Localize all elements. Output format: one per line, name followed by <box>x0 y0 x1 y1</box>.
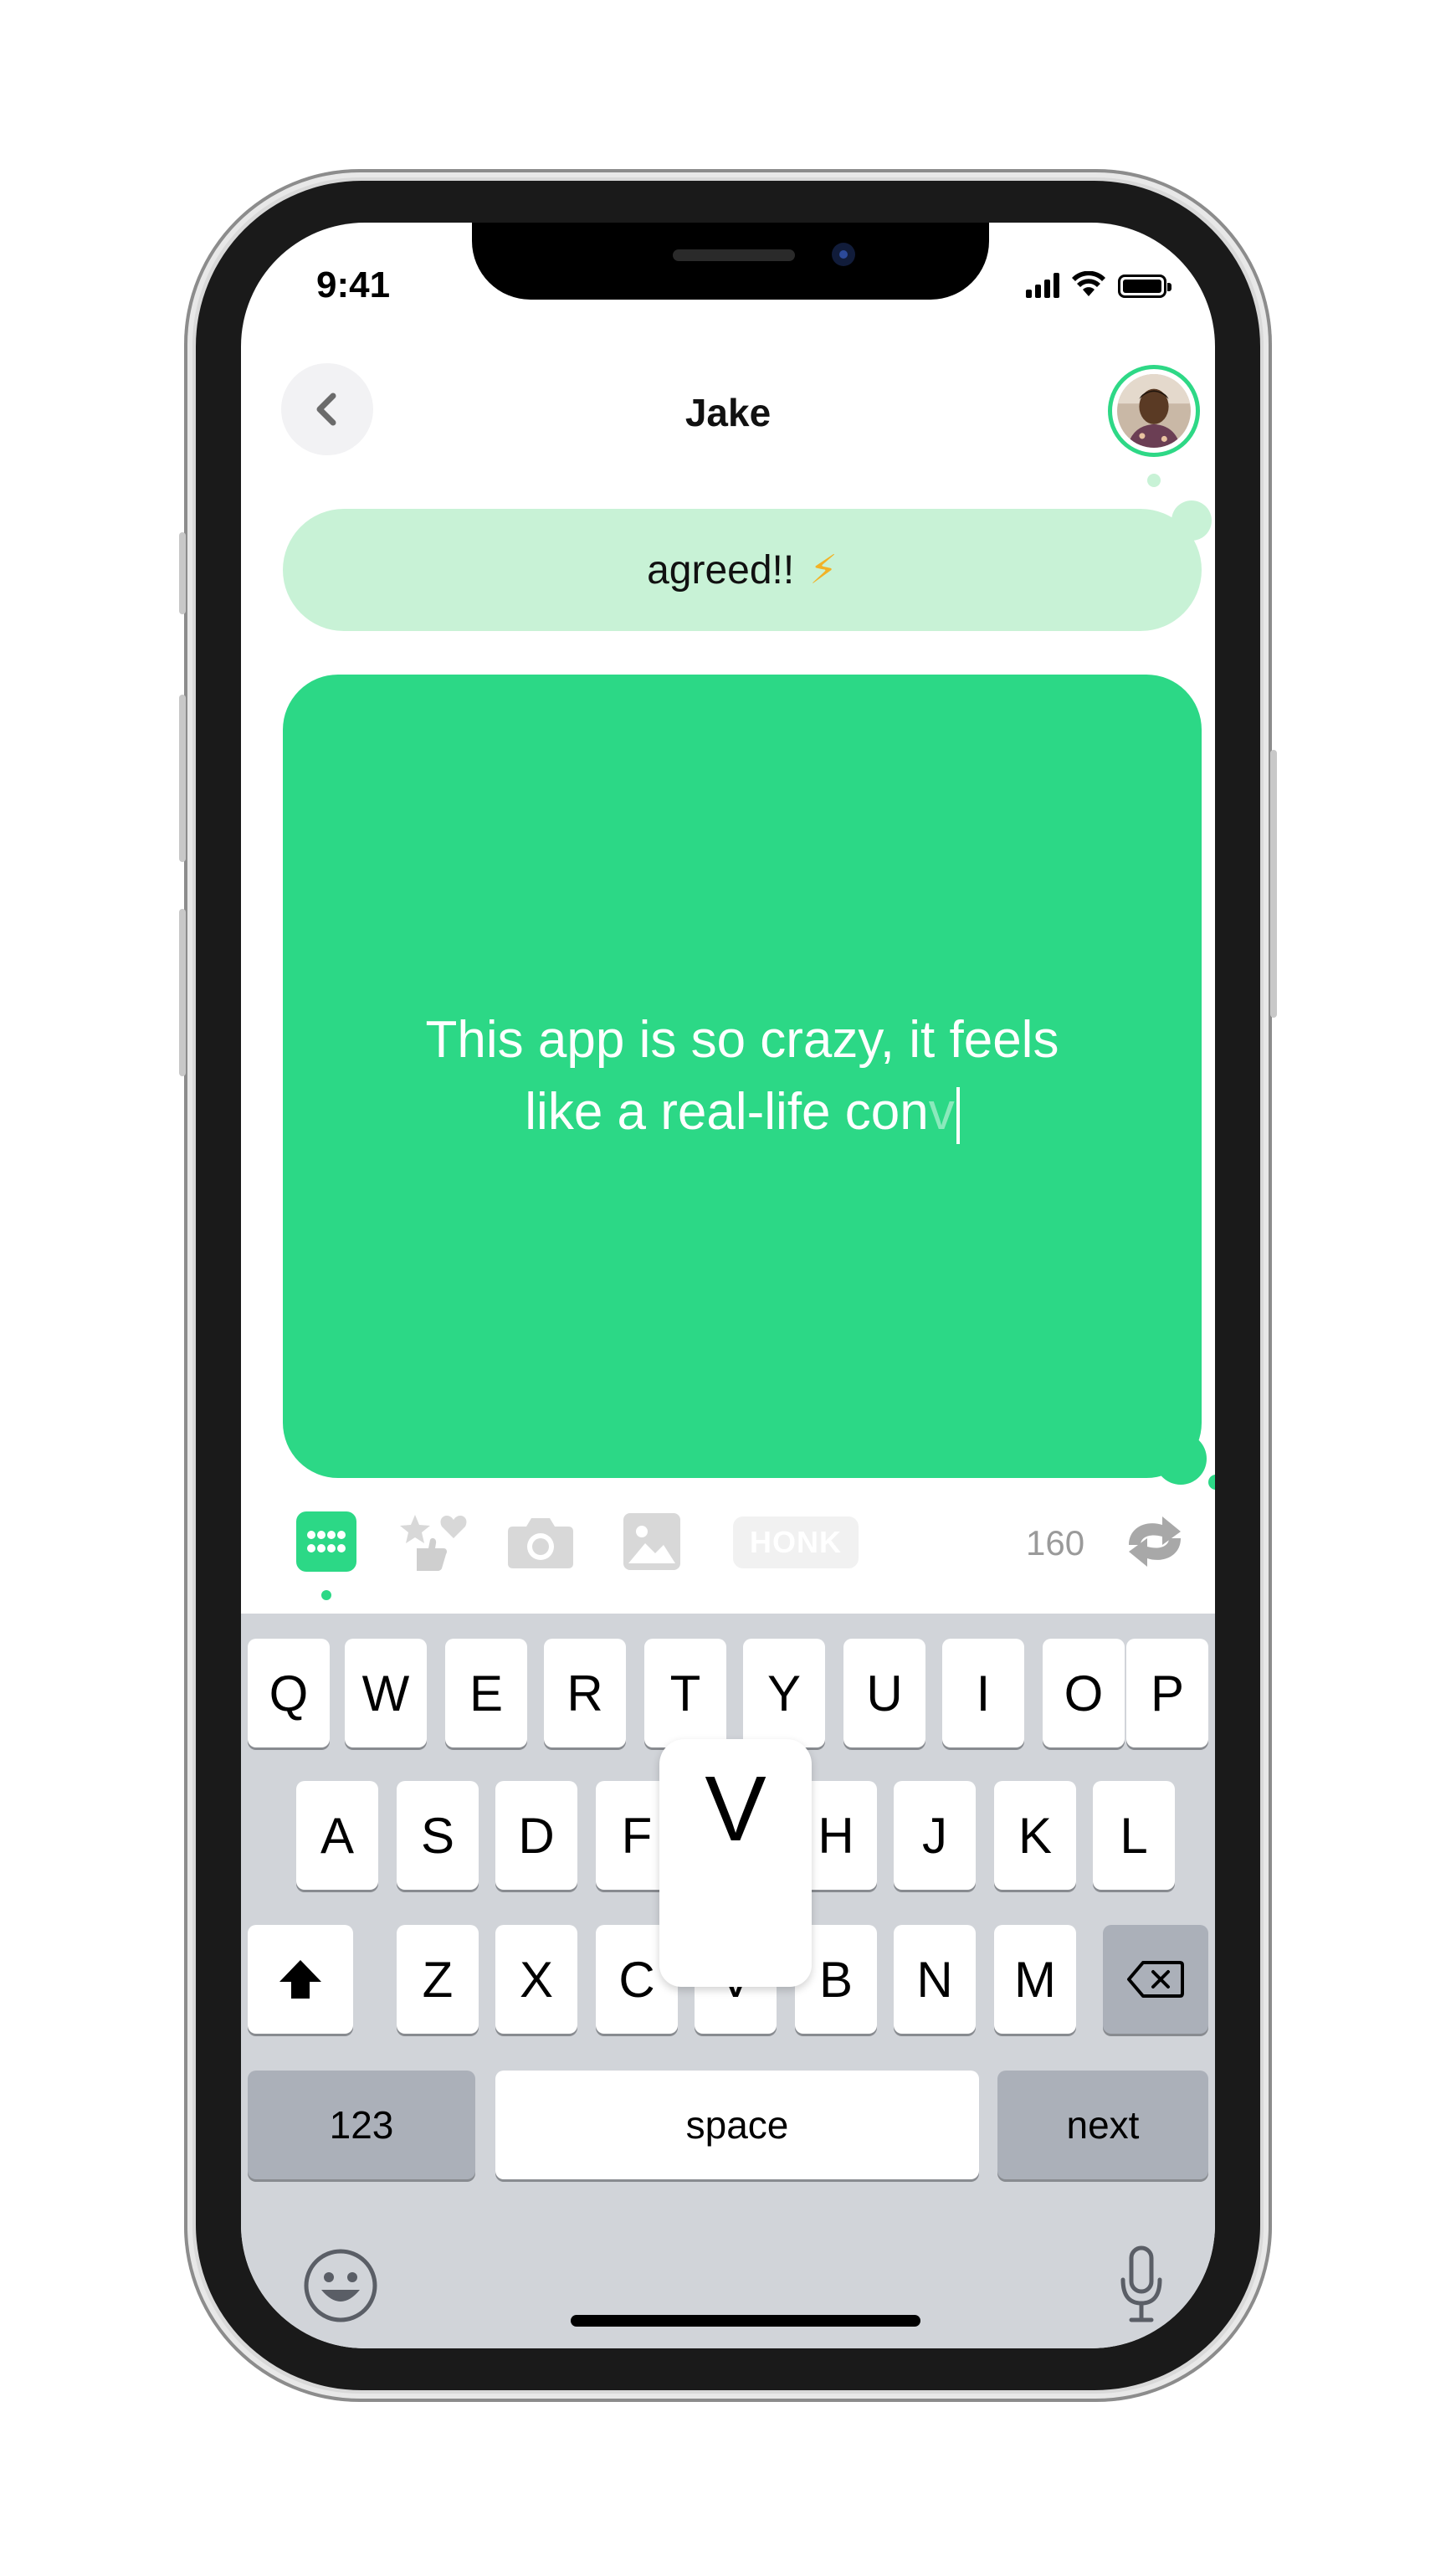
keyboard-icon <box>296 1511 356 1572</box>
camera-button[interactable] <box>507 1510 574 1573</box>
text-caret <box>956 1086 960 1144</box>
swap-icon <box>1129 1516 1181 1567</box>
key-a[interactable]: A <box>296 1781 378 1890</box>
received-message-bubble: agreed!! ⚡ <box>283 509 1202 631</box>
microphone-icon <box>1120 2245 1162 2322</box>
keyboard-mode-button[interactable] <box>295 1510 358 1573</box>
key-p[interactable]: P <box>1126 1639 1208 1747</box>
key-s[interactable]: S <box>397 1781 479 1890</box>
key-m[interactable]: M <box>994 1925 1076 2034</box>
key-q[interactable]: Q <box>248 1639 330 1747</box>
contact-name: Jake <box>684 391 772 434</box>
compose-toolbar: HONK 160 <box>241 1510 1215 1610</box>
camera-icon <box>508 1518 573 1568</box>
pending-character: v <box>928 1083 955 1141</box>
received-message-text: agreed!! <box>647 547 795 593</box>
key-d[interactable]: D <box>495 1781 577 1890</box>
key-x[interactable]: X <box>495 1925 577 2034</box>
active-tab-indicator <box>321 1590 331 1600</box>
photo-library-button[interactable] <box>623 1510 681 1573</box>
key-i[interactable]: I <box>942 1639 1024 1747</box>
key-u[interactable]: U <box>843 1639 925 1747</box>
key-o[interactable]: O <box>1043 1639 1125 1747</box>
keyboard: Q W E R T Y U I O P A S D F G H J K L Z … <box>241 1614 1215 2348</box>
compose-text: This app is so crazy, it feels like a re… <box>425 1011 1059 1141</box>
shift-icon <box>279 1960 321 1999</box>
key-preview-letter: V <box>705 1758 766 1860</box>
notch <box>472 223 989 300</box>
status-time: 9:41 <box>316 264 391 305</box>
delete-key[interactable] <box>1103 1925 1208 2034</box>
home-indicator[interactable] <box>571 2315 920 2327</box>
bubble-tail-dot <box>1208 1475 1215 1490</box>
next-key[interactable]: next <box>997 2071 1208 2179</box>
honk-button[interactable]: HONK <box>733 1516 859 1568</box>
key-r[interactable]: R <box>544 1639 626 1747</box>
mute-switch <box>179 532 186 614</box>
battery-icon <box>1118 275 1171 298</box>
key-k[interactable]: K <box>994 1781 1076 1890</box>
lightning-emoji: ⚡ <box>809 548 838 593</box>
numbers-key[interactable]: 123 <box>248 2071 475 2179</box>
avatar-photo <box>1117 374 1191 448</box>
key-z[interactable]: Z <box>397 1925 479 2034</box>
swap-button[interactable] <box>1116 1510 1193 1573</box>
emoji-icon <box>304 2249 377 2322</box>
emoji-button[interactable] <box>303 2248 378 2327</box>
key-e[interactable]: E <box>445 1639 527 1747</box>
space-key[interactable]: space <box>495 2071 979 2179</box>
contact-avatar[interactable] <box>1108 365 1200 457</box>
shift-key[interactable] <box>248 1925 353 2034</box>
key-preview-popup: V <box>659 1739 812 1987</box>
dictation-button[interactable] <box>1118 2245 1165 2329</box>
key-y[interactable]: Y <box>743 1639 825 1747</box>
volume-down-button <box>179 909 186 1076</box>
phone-screen: 9:41 Jake agreed!! ⚡ This app is so craz… <box>241 223 1215 2348</box>
compose-bubble[interactable]: This app is so crazy, it feels like a re… <box>283 675 1202 1478</box>
character-counter: 160 <box>1026 1523 1085 1563</box>
backspace-icon <box>1127 1961 1184 1998</box>
earpiece <box>673 249 795 261</box>
key-n[interactable]: N <box>894 1925 976 2034</box>
cellular-signal-icon <box>1026 273 1059 298</box>
key-l[interactable]: L <box>1093 1781 1175 1890</box>
bubble-tail-dot <box>1155 1433 1207 1485</box>
compose-text-field[interactable]: This app is so crazy, it feels like a re… <box>382 1004 1102 1148</box>
power-button <box>1270 750 1277 1018</box>
typing-dot <box>1147 474 1161 487</box>
reactions-button[interactable] <box>400 1510 472 1573</box>
photo-icon <box>623 1513 680 1570</box>
key-t[interactable]: T <box>644 1639 726 1747</box>
reactions-icon <box>400 1515 467 1571</box>
front-camera <box>832 243 855 266</box>
status-icons <box>1026 271 1171 298</box>
volume-up-button <box>179 695 186 862</box>
key-w[interactable]: W <box>345 1639 427 1747</box>
wifi-icon <box>1072 271 1105 296</box>
key-j[interactable]: J <box>894 1781 976 1890</box>
